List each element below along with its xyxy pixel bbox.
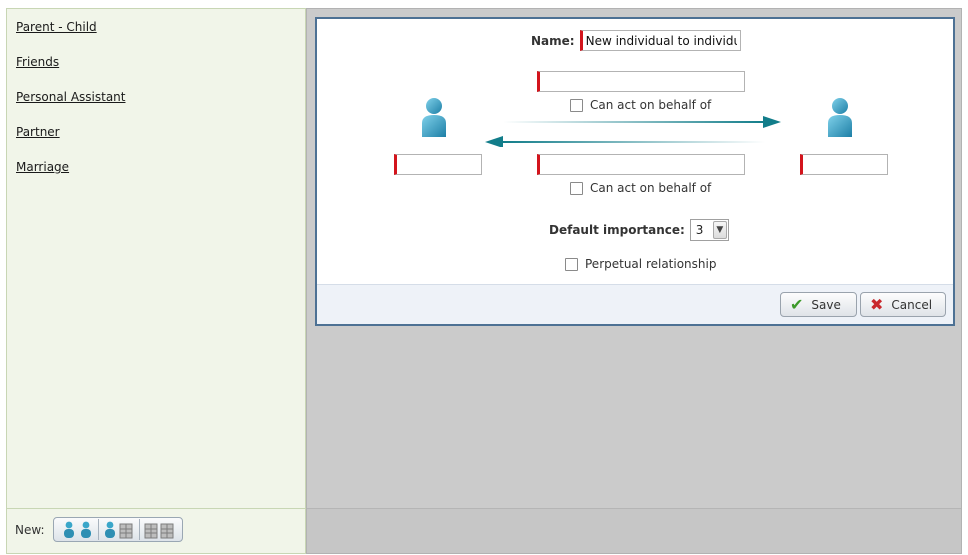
save-button[interactable]: ✔ Save [780, 292, 857, 317]
left-person-icon [422, 98, 446, 137]
chevron-down-icon[interactable]: ▼ [712, 221, 727, 239]
relationship-type-link[interactable]: Marriage [16, 159, 126, 194]
new-organization-to-organization-button[interactable] [139, 519, 180, 540]
forward-act-on-behalf-label: Can act on behalf of [590, 98, 712, 112]
cancel-button[interactable]: ✖ Cancel [860, 292, 946, 317]
default-importance-select[interactable]: 3 ▼ [689, 219, 729, 241]
default-importance-label: Default importance: [549, 223, 685, 237]
new-individual-to-organization-button[interactable] [98, 519, 139, 540]
right-person-icon [828, 98, 852, 137]
perpetual-relationship-checkbox[interactable] [565, 257, 578, 271]
forward-role-input[interactable] [537, 71, 745, 92]
relationship-type-link[interactable]: Personal Assistant [16, 89, 126, 124]
relationship-types-panel: Parent - Child Friends Personal Assistan… [6, 8, 306, 554]
editor-area: Name: Can act on behalf of [306, 8, 962, 554]
dialog-footer: ✔ Save ✖ Cancel [317, 284, 953, 324]
name-label: Name: [531, 33, 575, 48]
relationship-type-list: Parent - Child Friends Personal Assistan… [16, 19, 126, 194]
relationship-type-link[interactable]: Partner [16, 124, 126, 159]
reverse-role-input[interactable] [537, 154, 745, 175]
new-relationship-button-group [53, 517, 183, 542]
save-button-label: Save [811, 297, 841, 312]
relationship-editor-dialog: Name: Can act on behalf of [315, 17, 955, 326]
reverse-act-on-behalf-checkbox[interactable] [570, 181, 583, 195]
new-label: New: [15, 523, 45, 537]
relationship-type-link[interactable]: Friends [16, 54, 126, 89]
individual-to-organization-icon [105, 521, 133, 538]
editor-footer-bar [307, 508, 961, 553]
name-input[interactable] [579, 30, 741, 51]
checkmark-icon: ✔ [790, 294, 804, 314]
reverse-act-on-behalf-label: Can act on behalf of [590, 181, 712, 195]
forward-act-on-behalf-checkbox[interactable] [570, 98, 583, 112]
reverse-act-on-behalf-row: Can act on behalf of [570, 181, 711, 195]
perpetual-relationship-label: Perpetual relationship [585, 257, 717, 271]
right-person-input[interactable] [800, 154, 888, 175]
relationship-type-link[interactable]: Parent - Child [16, 19, 126, 54]
default-importance-value: 3 [695, 223, 704, 237]
forward-act-on-behalf-row: Can act on behalf of [570, 98, 711, 112]
name-row: Name: [531, 30, 741, 51]
relationship-arrows-icon [485, 116, 781, 147]
new-individual-to-individual-button[interactable] [58, 519, 98, 540]
new-relationship-toolbar: New: [7, 508, 305, 553]
cancel-button-label: Cancel [891, 297, 933, 312]
left-person-input[interactable] [394, 154, 482, 175]
close-icon: ✖ [870, 294, 884, 314]
perpetual-relationship-row: Perpetual relationship [565, 257, 716, 271]
organization-to-organization-icon [144, 523, 174, 538]
individual-to-individual-icon [64, 521, 91, 538]
default-importance-row: Default importance: 3 ▼ [549, 219, 729, 241]
